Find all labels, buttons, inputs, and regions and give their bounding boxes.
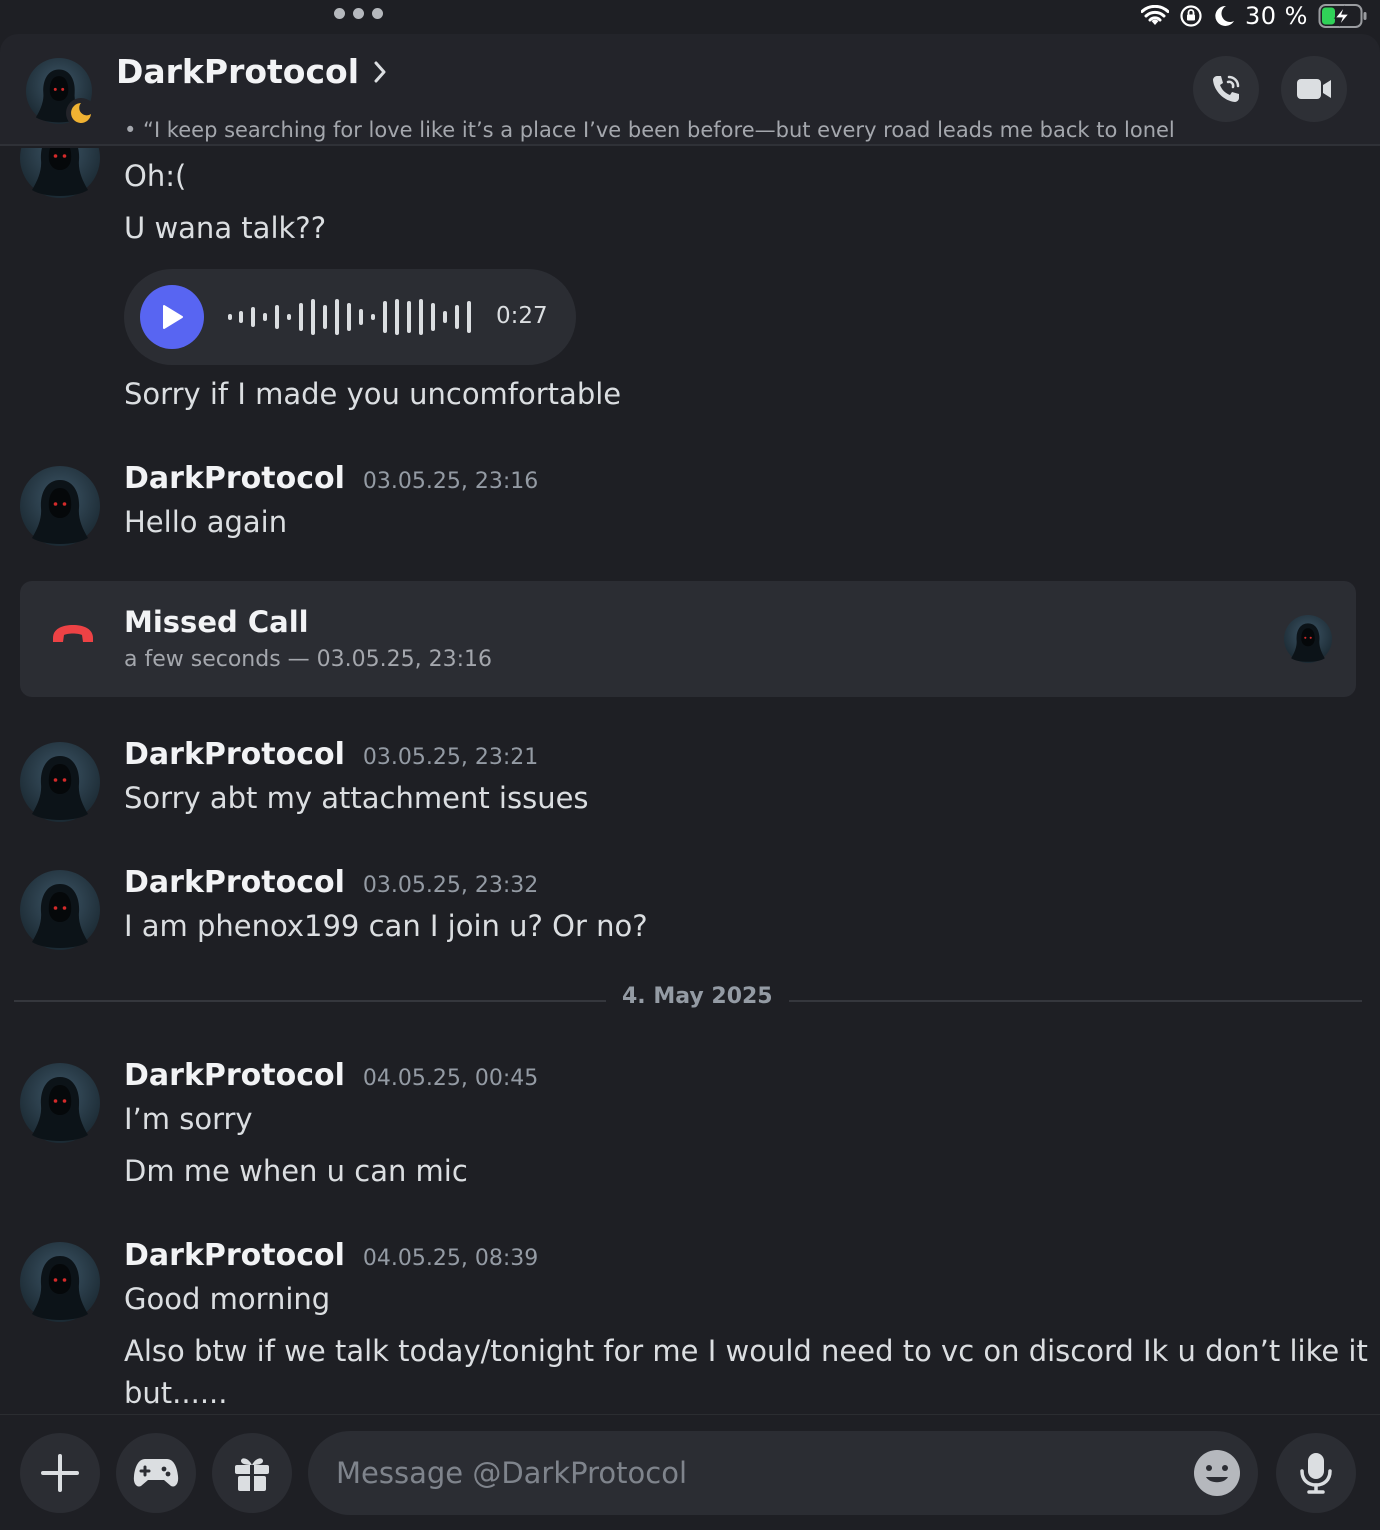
activities-button[interactable] bbox=[116, 1433, 196, 1513]
hang-up-icon bbox=[53, 625, 93, 642]
gift-button[interactable] bbox=[212, 1433, 292, 1513]
message-input-container bbox=[308, 1431, 1258, 1515]
author-name[interactable]: DarkProtocol bbox=[124, 1238, 345, 1273]
author-name[interactable]: DarkProtocol bbox=[124, 737, 345, 772]
waveform-icon bbox=[228, 299, 471, 335]
microphone-icon bbox=[1300, 1453, 1332, 1494]
custom-status: • “I keep searching for love like it’s a… bbox=[116, 118, 1176, 142]
wifi-icon bbox=[1141, 5, 1170, 27]
voice-message-button[interactable] bbox=[1276, 1433, 1356, 1513]
message-text: Dm me when u can mic bbox=[124, 1154, 468, 1188]
avatar[interactable] bbox=[20, 148, 100, 198]
author-name[interactable]: DarkProtocol bbox=[124, 1058, 345, 1093]
date-divider-label: 4. May 2025 bbox=[606, 984, 789, 1009]
plus-icon bbox=[41, 1454, 79, 1492]
author-name[interactable]: DarkProtocol bbox=[124, 865, 345, 900]
battery-percent: 30 % bbox=[1245, 2, 1308, 30]
gift-icon bbox=[235, 1458, 269, 1491]
discord-dm-screen: 30 % DarkProtocol • “I keep searching fo… bbox=[0, 0, 1380, 1530]
message-input[interactable] bbox=[336, 1431, 1176, 1515]
message-text: but...... bbox=[124, 1376, 228, 1410]
author-name[interactable]: DarkProtocol bbox=[124, 461, 345, 496]
message-header: DarkProtocol 03.05.25, 23:16 bbox=[124, 461, 538, 496]
message-text: U wana talk?? bbox=[124, 211, 327, 245]
voice-call-button[interactable] bbox=[1193, 56, 1259, 122]
timestamp: 04.05.25, 08:39 bbox=[362, 1246, 539, 1271]
custom-status-text: • “I keep searching for love like it’s a… bbox=[124, 118, 1176, 142]
message-list: Oh:( U wana talk?? 0:27 Sorry if I made … bbox=[0, 148, 1380, 1414]
phone-call-icon bbox=[1213, 75, 1240, 102]
video-call-button[interactable] bbox=[1281, 56, 1347, 122]
video-camera-icon bbox=[1297, 79, 1331, 99]
message-text: Oh:( bbox=[124, 159, 187, 193]
avatar[interactable] bbox=[20, 870, 100, 950]
message-text: Hello again bbox=[124, 505, 288, 539]
avatar[interactable] bbox=[20, 742, 100, 822]
missed-call-title: Missed Call bbox=[124, 605, 309, 639]
voice-message: 0:27 bbox=[124, 269, 576, 365]
avatar[interactable] bbox=[20, 1242, 100, 1322]
multitasking-dots[interactable] bbox=[334, 8, 383, 19]
message-header: DarkProtocol 03.05.25, 23:32 bbox=[124, 865, 538, 900]
channel-header: DarkProtocol • “I keep searching for lov… bbox=[0, 34, 1380, 146]
avatar bbox=[1284, 615, 1332, 663]
moon-icon bbox=[1213, 4, 1235, 28]
message-text: Also btw if we talk today/tonight for me… bbox=[124, 1334, 1368, 1368]
battery-charging-icon bbox=[1318, 3, 1368, 29]
idle-status-icon bbox=[66, 98, 96, 128]
timestamp: 03.05.25, 23:32 bbox=[362, 873, 539, 898]
timestamp: 03.05.25, 23:16 bbox=[362, 469, 539, 494]
message-header: DarkProtocol 04.05.25, 08:39 bbox=[124, 1238, 538, 1273]
message-text: Sorry abt my attachment issues bbox=[124, 781, 589, 815]
message-text: Good morning bbox=[124, 1282, 331, 1316]
orientation-lock-icon bbox=[1179, 4, 1203, 28]
play-button[interactable] bbox=[140, 285, 204, 349]
message-header: DarkProtocol 04.05.25, 00:45 bbox=[124, 1058, 538, 1093]
emoji-icon bbox=[1195, 1451, 1239, 1495]
avatar[interactable] bbox=[20, 1063, 100, 1143]
composer-bar bbox=[0, 1414, 1380, 1530]
status-bar: 30 % bbox=[0, 0, 1380, 34]
header-name-text: DarkProtocol bbox=[116, 52, 360, 91]
message-text: Sorry if I made you uncomfortable bbox=[124, 377, 622, 411]
emoji-button[interactable] bbox=[1194, 1450, 1240, 1496]
timestamp: 03.05.25, 23:21 bbox=[362, 745, 539, 770]
message-text: I am phenox199 can I join u? Or no? bbox=[124, 909, 648, 943]
chevron-right-icon bbox=[374, 61, 386, 82]
message-text: I’m sorry bbox=[124, 1102, 253, 1136]
message-header: DarkProtocol 03.05.25, 23:21 bbox=[124, 737, 538, 772]
header-user-name[interactable]: DarkProtocol bbox=[116, 52, 387, 91]
gamepad-icon bbox=[133, 1459, 179, 1487]
timestamp: 04.05.25, 00:45 bbox=[362, 1066, 539, 1091]
voice-duration: 0:27 bbox=[496, 303, 548, 329]
add-attachment-button[interactable] bbox=[20, 1433, 100, 1513]
play-icon bbox=[163, 305, 183, 329]
missed-call-card[interactable]: Missed Call a few seconds — 03.05.25, 23… bbox=[20, 581, 1356, 697]
avatar[interactable] bbox=[20, 466, 100, 546]
missed-call-subtitle: a few seconds — 03.05.25, 23:16 bbox=[124, 647, 493, 672]
